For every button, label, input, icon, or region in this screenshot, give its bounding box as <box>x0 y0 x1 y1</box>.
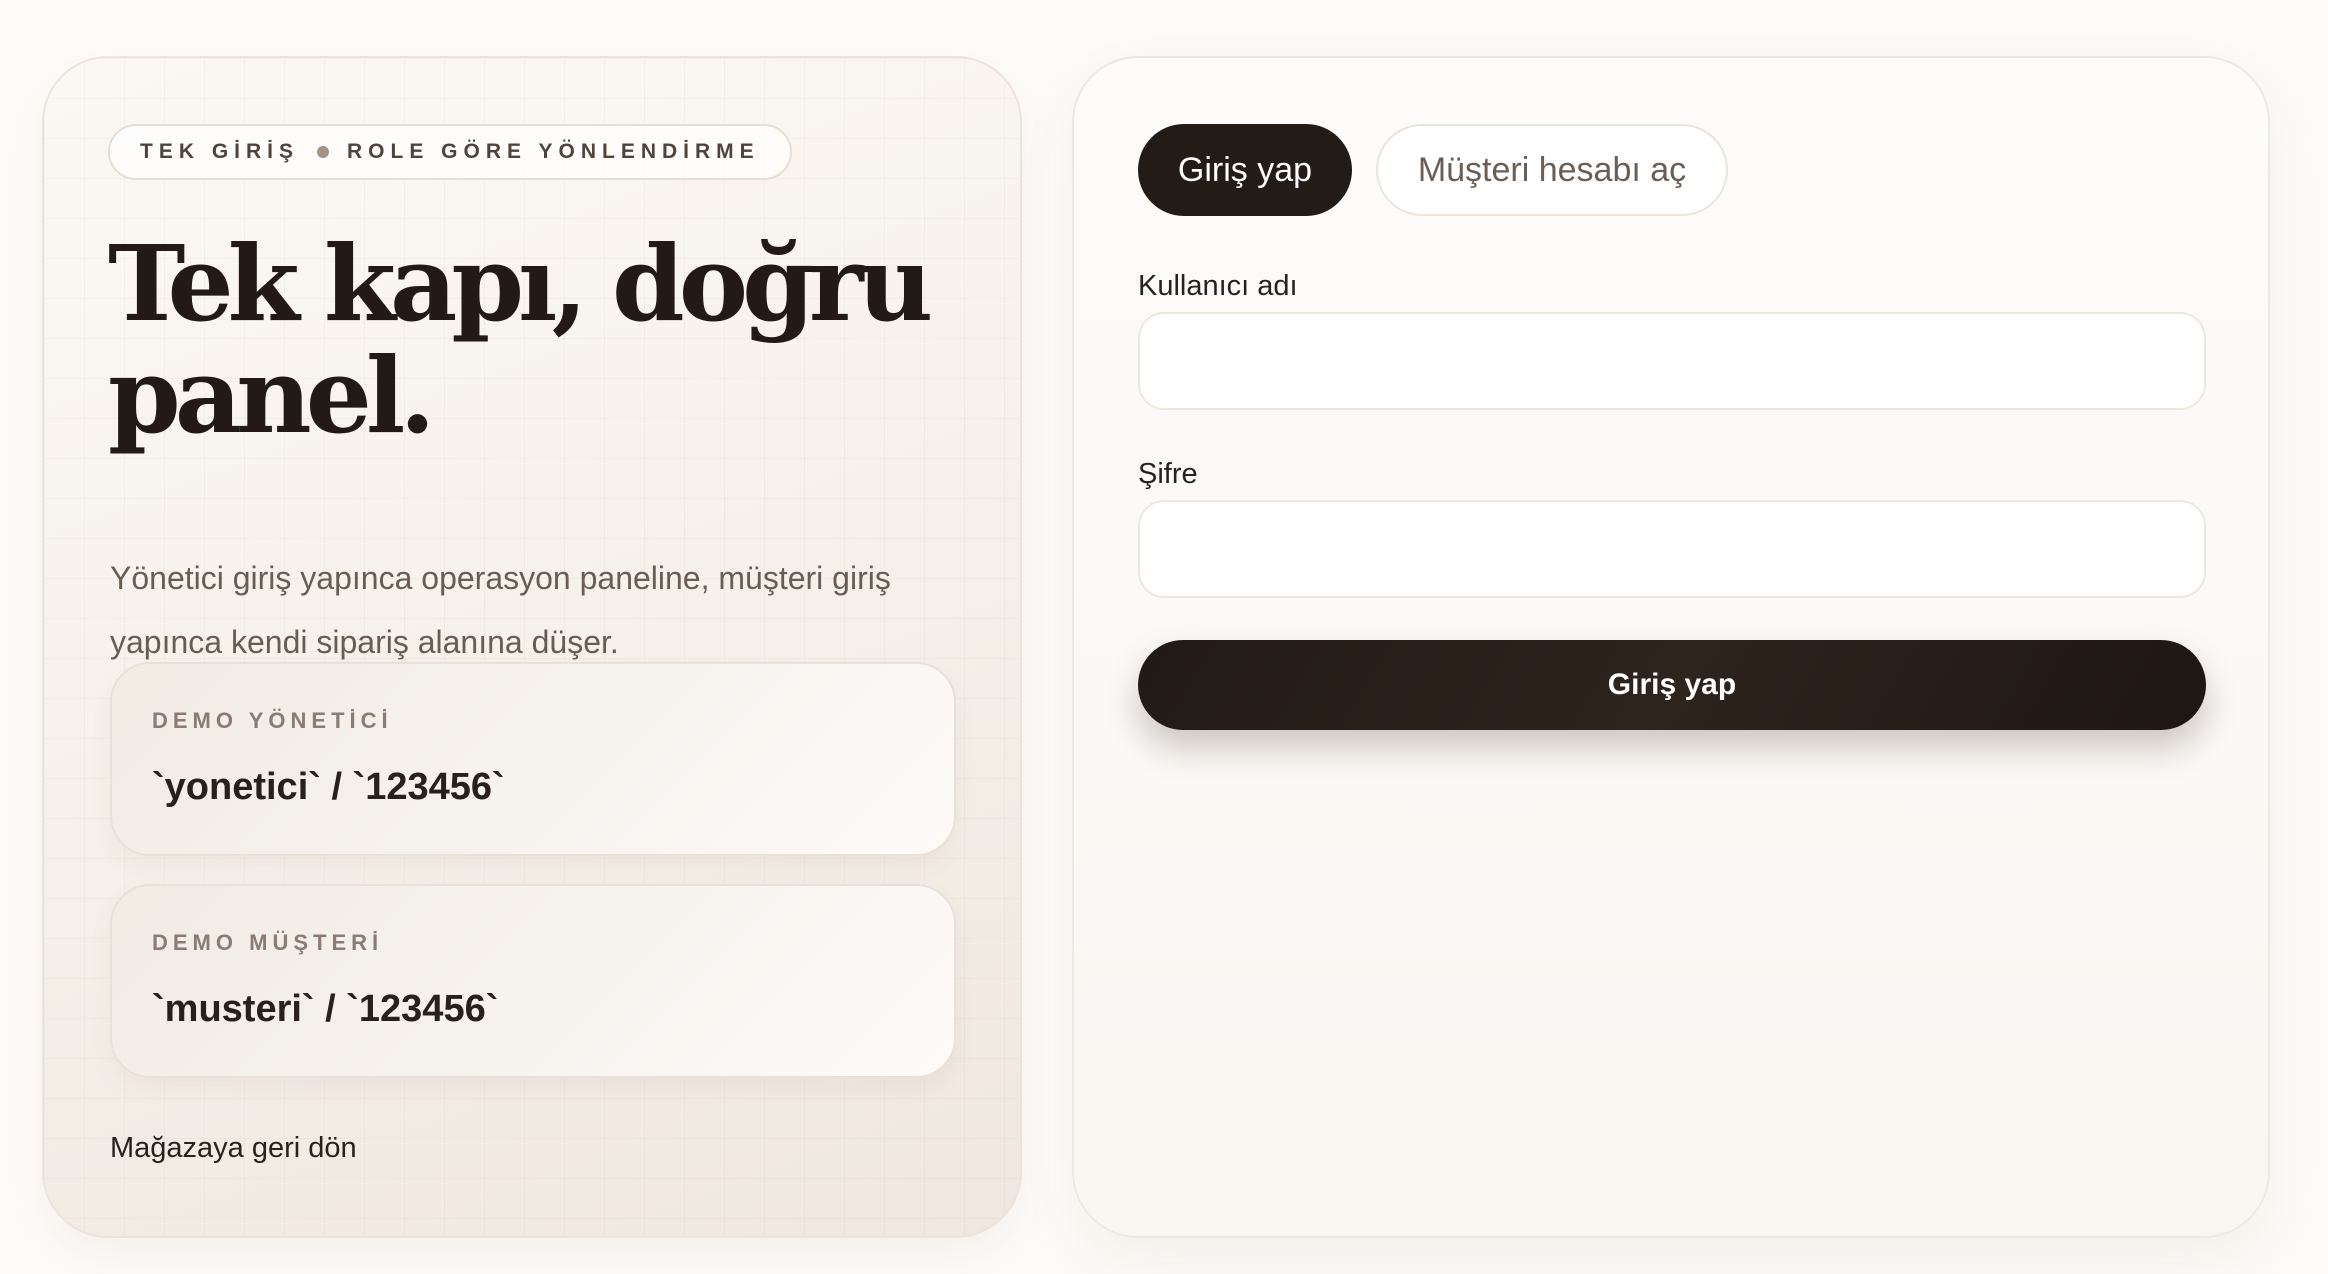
password-label: Şifre <box>1138 458 1198 490</box>
hero-description: Yönetici giriş yapınca operasyon panelin… <box>110 560 891 660</box>
eyebrow-left-text: TEK GİRİŞ <box>140 140 300 163</box>
password-input[interactable] <box>1138 500 2206 598</box>
demo-admin-label: DEMO YÖNETİCİ <box>152 708 393 733</box>
eyebrow-badge: TEK GİRİŞ ROLE GÖRE YÖNLENDİRME <box>108 124 792 180</box>
username-input[interactable] <box>1138 312 2206 410</box>
dot-separator-icon <box>317 146 330 158</box>
demo-customer-card: DEMO MÜŞTERİ `musteri` / `123456` <box>110 884 956 1078</box>
demo-customer-credentials: `musteri` / `123456` <box>152 988 499 1030</box>
title-line-2: panel. <box>108 334 436 457</box>
demo-customer-label: DEMO MÜŞTERİ <box>152 930 384 955</box>
tab-create-customer-account[interactable]: Müşteri hesabı aç <box>1376 124 1728 216</box>
login-form-panel: Giriş yap Müşteri hesabı aç Kullanıcı ad… <box>1072 56 2270 1238</box>
hero-panel: TEK GİRİŞ ROLE GÖRE YÖNLENDİRME Tek kapı… <box>42 56 1022 1238</box>
demo-admin-card: DEMO YÖNETİCİ `yonetici` / `123456` <box>110 662 956 856</box>
page-title: Tek kapı, doğru panel. <box>108 228 988 452</box>
eyebrow-right-text: ROLE GÖRE YÖNLENDİRME <box>347 140 760 163</box>
demo-admin-credentials: `yonetici` / `123456` <box>152 766 505 808</box>
title-line-1: Tek kapı, doğru <box>108 222 933 345</box>
tab-login[interactable]: Giriş yap <box>1138 124 1352 216</box>
username-label: Kullanıcı adı <box>1138 270 1298 302</box>
login-submit-button[interactable]: Giriş yap <box>1138 640 2206 730</box>
back-to-store-link[interactable]: Mağazaya geri dön <box>110 1132 357 1165</box>
